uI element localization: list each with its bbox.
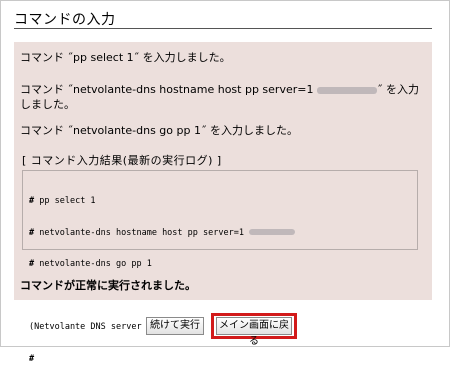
redacted-hostname xyxy=(316,86,377,94)
message-1-suffix: ˝ を入力しました。 xyxy=(133,51,231,64)
log-line-text: (Netvolante DNS server 1) xyxy=(29,322,157,332)
status-message: コマンドが正常に実行されました。 xyxy=(20,279,196,292)
command-log: # pp select 1 # netvolante-dns hostname … xyxy=(22,170,418,364)
message-1-prefix: コマンド ˝ xyxy=(20,51,73,64)
message-2: コマンド ˝netvolante-dns hostname host pp se… xyxy=(20,82,424,112)
message-3-prefix: コマンド ˝ xyxy=(20,124,73,137)
log-prompt: # xyxy=(29,227,35,238)
message-2-suffix: ˝ を入力 xyxy=(376,83,419,96)
message-2-continuation: しました。 xyxy=(20,98,75,111)
log-prompt: # xyxy=(29,259,35,269)
message-3: コマンド ˝netvolante-dns go pp 1˝ を入力しました。 xyxy=(20,123,424,138)
log-line: # netvolante-dns hostname host pp server… xyxy=(29,228,411,239)
command-result-panel: コマンド ˝pp select 1˝ を入力しました。 コマンド ˝netvol… xyxy=(14,42,432,364)
message-3-suffix: ˝ を入力しました。 xyxy=(200,124,298,137)
return-main-button[interactable]: メイン画面に戻る xyxy=(216,317,292,347)
continue-button[interactable]: 続けて実行 xyxy=(146,317,204,335)
message-2-prefix: コマンド ˝ xyxy=(20,83,73,96)
log-prompt: # xyxy=(29,196,35,206)
log-line: # pp select 1 xyxy=(29,196,411,207)
log-line-text: netvolante-dns go pp 1 xyxy=(39,259,152,269)
log-line-text: netvolante-dns hostname host pp server=1 xyxy=(39,227,244,238)
page-title: コマンドの入力 xyxy=(14,12,116,28)
message-1: コマンド ˝pp select 1˝ を入力しました。 xyxy=(20,50,424,65)
log-line: # xyxy=(29,354,411,365)
message-1-command: pp select 1 xyxy=(73,51,134,64)
message-2-command: netvolante-dns hostname host pp server=1 xyxy=(73,83,314,96)
log-line-text: pp select 1 xyxy=(39,196,96,206)
title-divider xyxy=(14,28,432,29)
log-line: # netvolante-dns go pp 1 xyxy=(29,259,411,270)
message-3-command: netvolante-dns go pp 1 xyxy=(73,124,201,137)
redacted-hostname xyxy=(249,229,296,235)
log-prompt: # xyxy=(29,353,35,364)
log-title: [ コマンド入力結果(最新の実行ログ) ] xyxy=(22,154,222,167)
